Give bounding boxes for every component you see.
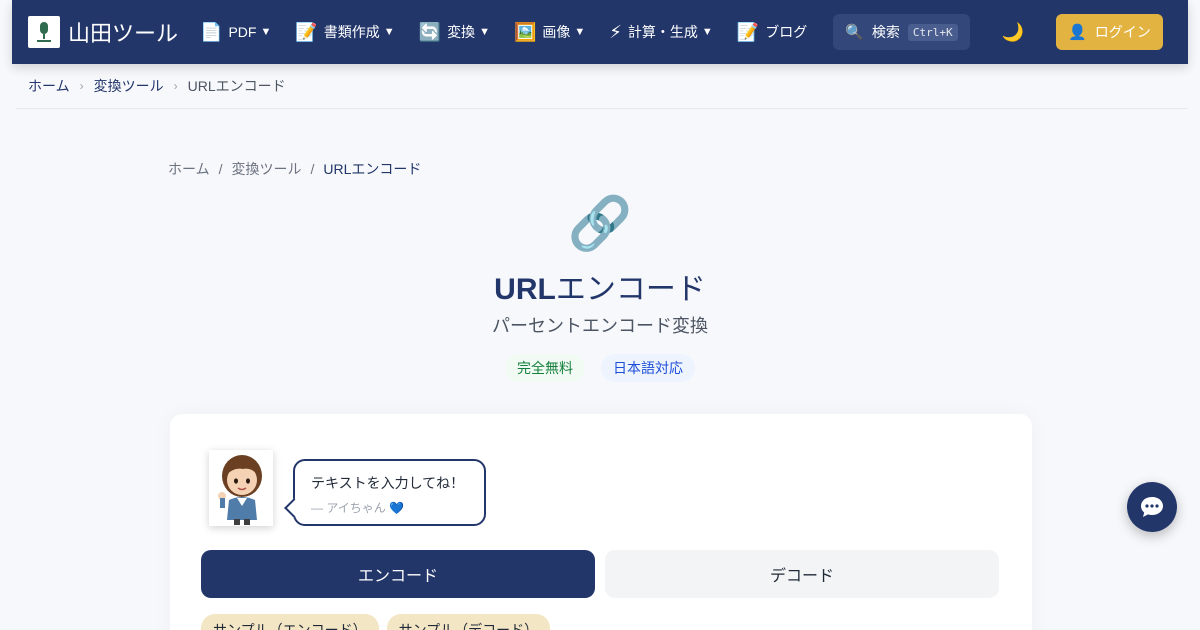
page-title-bold: URL [494, 273, 556, 306]
page-breadcrumb: ホーム / 変換ツール / URLエンコード [168, 159, 421, 179]
divider [16, 108, 1188, 109]
breadcrumb-current: URLエンコード [187, 78, 286, 94]
moon-icon[interactable]: 🌙 [1002, 22, 1024, 43]
assistant-avatar [209, 450, 273, 526]
breadcrumb-convert-tools[interactable]: 変換ツール [94, 76, 164, 96]
nav-pdf[interactable]: 📄 PDF ▼ [200, 22, 271, 43]
nav-blog-label: ブログ [765, 24, 808, 40]
page-subtitle: パーセントエンコード変換 [492, 316, 708, 336]
search-button[interactable]: 🔍 検索 Ctrl+K [833, 14, 970, 50]
nav-blog[interactable]: 📝 ブログ [737, 22, 807, 43]
breadcrumb-separator: › [173, 79, 178, 93]
sample-buttons: サンプル（エンコード） サンプル（デコード） [201, 614, 551, 630]
login-label: ログイン [1094, 24, 1151, 40]
chevron-down-icon: ▼ [260, 26, 272, 38]
sample-encode-button[interactable]: サンプル（エンコード） [201, 614, 379, 630]
tab-encode[interactable]: エンコード [201, 550, 595, 598]
main-nav: 📄 PDF ▼ 📝 書類作成 ▼ 🔄 変換 ▼ 🖼️ 画像 ▼ ⚡ 計算・生成 … [200, 0, 831, 64]
memo-icon: 📝 [736, 21, 760, 42]
badge-free: 完全無料 [505, 354, 585, 382]
nav-documents[interactable]: 📝 書類作成 ▼ [295, 22, 394, 43]
tab-decode[interactable]: デコード [605, 550, 999, 598]
nav-image-label: 画像 [542, 24, 571, 40]
badge-japanese: 日本語対応 [601, 354, 695, 382]
nav-calc[interactable]: ⚡ 計算・生成 ▼ [609, 22, 713, 43]
logo-mark-icon [37, 22, 51, 42]
search-icon: 🔍 [845, 24, 864, 41]
feature-badges: 完全無料 日本語対応 [0, 354, 1200, 382]
page-title-rest: エンコード [555, 273, 706, 306]
page-title: URLエンコード [0, 264, 1200, 308]
assistant-signature: — アイちゃん 💙 [311, 501, 405, 515]
nav-calc-label: 計算・生成 [627, 24, 698, 40]
image-icon: 🖼️ [513, 21, 537, 42]
chevron-down-icon: ▼ [701, 26, 713, 38]
breadcrumb: ホーム › 変換ツール › URLエンコード [28, 76, 286, 96]
login-button[interactable]: 👤 ログイン [1056, 14, 1163, 50]
search-label: 検索 [871, 24, 900, 40]
page-breadcrumb-home[interactable]: ホーム [168, 159, 210, 179]
lightning-icon: ⚡ [609, 21, 622, 42]
nav-documents-label: 書類作成 [323, 24, 380, 40]
nav-convert[interactable]: 🔄 変換 ▼ [419, 22, 490, 43]
site-title[interactable]: 山田ツール [68, 16, 178, 48]
assistant-speech-bubble: テキストを入力してね！ — アイちゃん 💙 [293, 459, 486, 526]
link-icon: 🔗 [567, 195, 633, 253]
page-breadcrumb-current: URLエンコード [323, 161, 422, 177]
assistant-message: テキストを入力してね！ [311, 475, 465, 491]
chevron-down-icon: ▼ [574, 26, 586, 38]
site-logo[interactable] [28, 16, 60, 48]
top-navbar: 山田ツール 📄 PDF ▼ 📝 書類作成 ▼ 🔄 変換 ▼ 🖼️ 画像 ▼ ⚡ … [12, 0, 1188, 64]
breadcrumb-separator: › [79, 79, 84, 93]
convert-icon: 🔄 [418, 21, 442, 42]
chevron-down-icon: ▼ [383, 26, 395, 38]
search-shortcut: Ctrl+K [907, 23, 958, 41]
page-breadcrumb-convert-tools[interactable]: 変換ツール [231, 159, 301, 179]
tool-card: テキストを入力してね！ — アイちゃん 💙 エンコード デコード サンプル（エン… [170, 414, 1032, 630]
nav-image[interactable]: 🖼️ 画像 ▼ [514, 22, 585, 43]
chat-bubble-icon [1141, 497, 1163, 517]
breadcrumb-home[interactable]: ホーム [28, 76, 70, 96]
chevron-down-icon: ▼ [479, 26, 490, 38]
breadcrumb-separator: / [218, 161, 223, 177]
pdf-icon: 📄 [200, 21, 223, 42]
mode-tabs: エンコード デコード [201, 550, 999, 598]
sample-decode-button[interactable]: サンプル（デコード） [386, 614, 551, 630]
breadcrumb-separator: / [310, 161, 315, 177]
nav-pdf-label: PDF [228, 24, 257, 40]
user-icon: 👤 [1068, 24, 1087, 41]
assistant-character-icon [218, 455, 262, 525]
memo-icon: 📝 [295, 21, 318, 42]
nav-convert-label: 変換 [447, 24, 476, 40]
chat-button[interactable] [1127, 482, 1177, 532]
